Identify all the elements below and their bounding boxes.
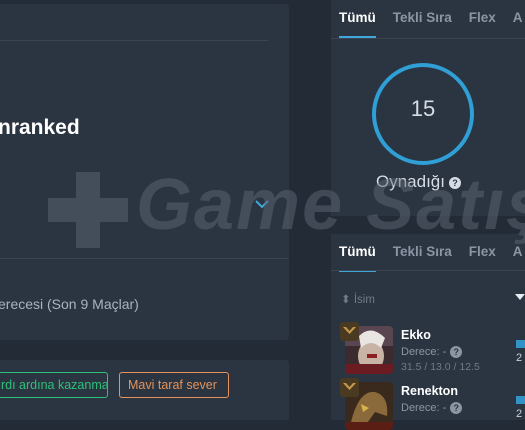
tag-win-streak: rdı ardına kazanma	[0, 372, 108, 398]
table-row[interactable]: Renekton Derece: -? 2	[340, 378, 525, 430]
winrate-bar	[516, 396, 525, 404]
champion-name: Ekko	[401, 328, 431, 342]
tab-aram[interactable]: A	[513, 236, 523, 272]
table-row[interactable]: Ekko Derece: -? 31.5 / 13.0 / 12.5 2	[340, 322, 525, 374]
tabs-divider	[331, 270, 525, 271]
queue-tabs-top: Tümü Tekli Sıra Flex A	[339, 2, 525, 38]
champion-games: 2	[516, 408, 523, 420]
rank-badge-icon	[340, 378, 359, 397]
divider	[0, 40, 268, 41]
champion-rank-label: Derece: -	[401, 346, 447, 358]
summoner-rank-panel	[0, 4, 289, 340]
tab-flex[interactable]: Flex	[469, 236, 496, 272]
champion-rank: Derece: -?	[401, 402, 463, 415]
question-icon[interactable]: ?	[449, 176, 461, 189]
tab-aram[interactable]: A	[513, 2, 523, 38]
recent-rank-text: erecesi (Son 9 Maçlar)	[0, 296, 139, 312]
tab-solo[interactable]: Tekli Sıra	[393, 236, 452, 272]
caret-down-icon[interactable]	[515, 294, 525, 301]
champion-name: Renekton	[401, 384, 458, 398]
chevron-down-icon[interactable]	[254, 198, 270, 210]
rank-badge-icon	[340, 322, 359, 341]
tab-all[interactable]: Tümü	[339, 2, 376, 38]
games-played-count: 15	[410, 96, 436, 121]
champion-rank-label: Derece: -	[401, 402, 447, 414]
champion-kda: 31.5 / 13.0 / 12.5	[401, 361, 480, 373]
tabs-divider	[331, 38, 525, 39]
tab-all[interactable]: Tümü	[339, 236, 376, 272]
tag-blue-side: Mavi taraf sever	[119, 372, 229, 398]
played-label: Oynadığı	[376, 172, 445, 191]
tab-flex[interactable]: Flex	[469, 2, 496, 38]
question-icon[interactable]: ?	[450, 402, 463, 415]
champion-rank: Derece: -?	[401, 346, 463, 359]
queue-tabs-bottom: Tümü Tekli Sıra Flex A	[339, 236, 525, 272]
name-header-label: İsim	[353, 294, 375, 306]
name-column-header[interactable]: ⬍ İsim	[341, 292, 375, 306]
tab-solo[interactable]: Tekli Sıra	[393, 2, 452, 38]
sort-icon: ⬍	[341, 294, 351, 306]
question-icon[interactable]: ?	[450, 346, 463, 359]
played-label-row: Oynadığı?	[376, 172, 461, 192]
divider	[0, 258, 289, 259]
rank-title: nranked	[0, 116, 80, 139]
champion-games: 2	[516, 352, 523, 364]
winrate-bar	[516, 340, 525, 348]
